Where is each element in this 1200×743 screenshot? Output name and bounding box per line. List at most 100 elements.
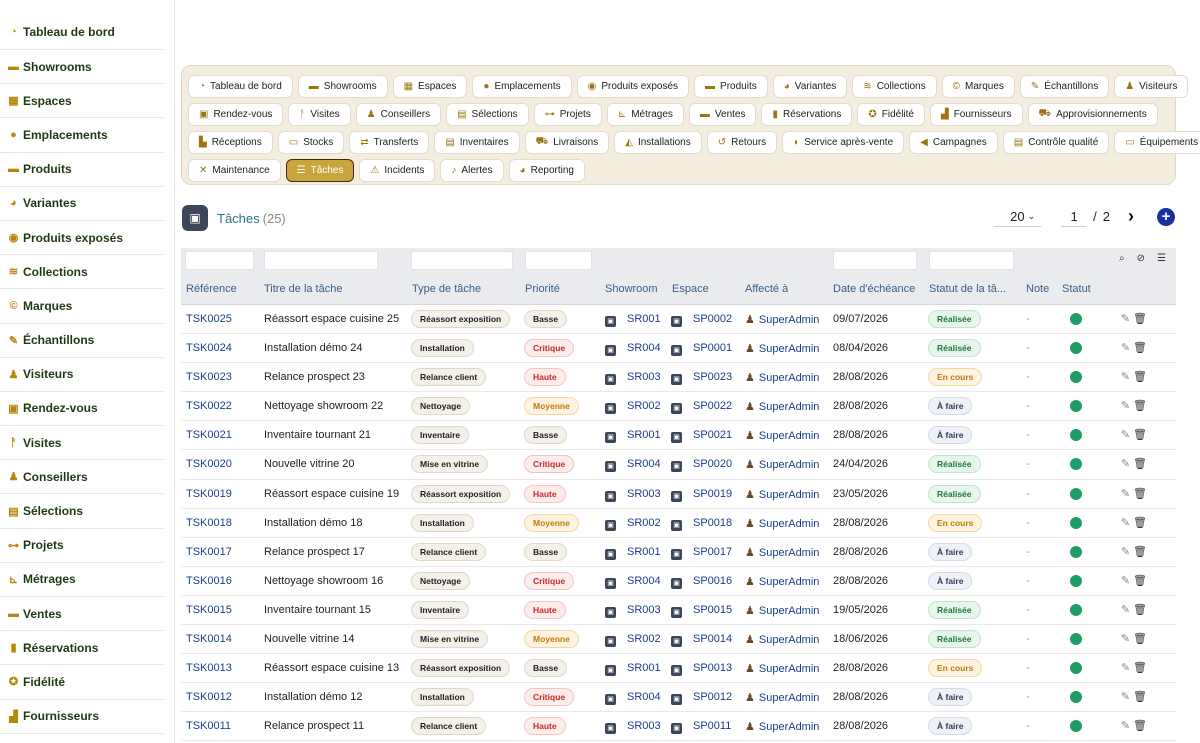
trash-icon[interactable]: 🗑 <box>1133 342 1147 354</box>
showroom-link[interactable]: SR004 <box>627 342 661 354</box>
trash-icon[interactable]: 🗑 <box>1133 633 1147 645</box>
pencil-icon[interactable]: ✎ <box>1121 400 1130 412</box>
showroom-link[interactable]: SR004 <box>627 575 661 587</box>
module-button-1-3[interactable]: ▤ Sélections <box>446 102 529 126</box>
search-icon[interactable]: ⌕ <box>1119 253 1125 264</box>
module-button-2-9[interactable]: ▤ Contrôle qualité <box>1002 130 1110 154</box>
module-button-2-5[interactable]: ◭ Installations <box>614 130 702 154</box>
table-row[interactable]: TSK0020 Nouvelle vitrine 20 Mise en vitrin… <box>181 450 1176 480</box>
module-button-0-2[interactable]: ▦ Espaces <box>392 74 468 98</box>
showroom-link[interactable]: SR003 <box>627 371 661 383</box>
add-task-button[interactable]: + <box>1157 207 1175 226</box>
sidebar-item-15[interactable]: ⊶ Projets <box>0 529 164 563</box>
trash-icon[interactable]: 🗑 <box>1133 429 1147 441</box>
trash-icon[interactable]: 🗑 <box>1133 488 1147 500</box>
assignee-link[interactable]: SuperAdmin <box>759 459 820 471</box>
sidebar-item-0[interactable]: ◔ Tableau de bord <box>0 0 164 50</box>
table-row[interactable]: TSK0021 Inventaire tournant 21 Inventaire B… <box>181 421 1176 451</box>
table-row[interactable]: TSK0017 Relance prospect 17 Relance client… <box>181 538 1176 567</box>
module-button-2-6[interactable]: ↺ Retours <box>706 130 778 154</box>
task-reference-link[interactable]: TSK0012 <box>186 691 232 703</box>
sidebar-item-10[interactable]: ♟ Visiteurs <box>0 358 164 392</box>
next-page-button[interactable]: › <box>1128 206 1134 227</box>
per-page-select[interactable]: 20 ⌄ <box>993 207 1042 227</box>
space-link[interactable]: SP0015 <box>693 604 732 616</box>
showroom-link[interactable]: SR004 <box>627 458 661 470</box>
module-button-0-9[interactable]: ✎ Échantillons <box>1019 74 1110 98</box>
module-button-0-10[interactable]: ♟ Visiteurs <box>1114 74 1189 98</box>
table-row[interactable]: TSK0012 Installation démo 12 Installation C… <box>181 683 1176 713</box>
module-button-0-0[interactable]: ◔ Tableau de bord <box>188 74 293 98</box>
table-row[interactable]: TSK0013 Réassort espace cuisine 13 Réassor… <box>181 654 1176 684</box>
column-filter-input[interactable] <box>264 251 378 270</box>
showroom-link[interactable]: SR001 <box>627 429 661 441</box>
column-header[interactable]: Type de tâche <box>412 283 481 295</box>
table-row[interactable]: TSK0015 Inventaire tournant 15 Inventaire H… <box>181 596 1176 626</box>
assignee-link[interactable]: SuperAdmin <box>759 314 820 326</box>
assignee-link[interactable]: SuperAdmin <box>759 692 820 704</box>
task-reference-link[interactable]: TSK0016 <box>186 575 232 587</box>
module-button-2-4[interactable]: ⛟ Livraisons <box>524 130 610 154</box>
module-button-2-1[interactable]: ▭ Stocks <box>277 130 345 154</box>
task-reference-link[interactable]: TSK0023 <box>186 371 232 383</box>
space-link[interactable]: SP0019 <box>693 488 732 500</box>
column-header[interactable]: Priorité <box>525 283 560 295</box>
column-header[interactable]: Affecté à <box>745 283 788 295</box>
sidebar-item-9[interactable]: ✎ Échantillons <box>0 324 164 358</box>
space-link[interactable]: SP0016 <box>693 575 732 587</box>
table-row[interactable]: TSK0023 Relance prospect 23 Relance client… <box>181 363 1176 393</box>
trash-icon[interactable]: 🗑 <box>1133 546 1147 558</box>
space-link[interactable]: SP0001 <box>693 342 732 354</box>
assignee-link[interactable]: SuperAdmin <box>759 518 820 530</box>
module-button-0-8[interactable]: © Marques <box>941 74 1015 98</box>
module-button-0-4[interactable]: ◉ Produits exposés <box>576 74 690 98</box>
sidebar-item-13[interactable]: ♟ Conseillers <box>0 460 164 495</box>
module-button-1-10[interactable]: ⛟ Approvisionnements <box>1027 102 1158 126</box>
pencil-icon[interactable]: ✎ <box>1121 342 1130 354</box>
space-link[interactable]: SP0023 <box>693 371 732 383</box>
module-button-1-8[interactable]: ✪ Fidélité <box>857 102 925 126</box>
module-button-2-7[interactable]: ◗ Service après-vente <box>782 130 905 154</box>
pencil-icon[interactable]: ✎ <box>1121 429 1130 441</box>
module-button-0-5[interactable]: ▬ Produits <box>694 74 768 98</box>
module-button-3-0[interactable]: ✕ Maintenance <box>188 159 281 183</box>
pencil-icon[interactable]: ✎ <box>1121 662 1130 674</box>
module-button-1-4[interactable]: ⊶ Projets <box>533 102 602 126</box>
module-button-0-7[interactable]: ≋ Collections <box>852 74 937 98</box>
sidebar-item-3[interactable]: ● Emplacements <box>0 118 164 153</box>
column-filter-input[interactable] <box>525 251 592 270</box>
space-link[interactable]: SP0002 <box>693 313 732 325</box>
sidebar-item-6[interactable]: ◉ Produits exposés <box>0 221 164 256</box>
table-row[interactable]: TSK0024 Installation démo 24 Installation C… <box>181 334 1176 364</box>
task-reference-link[interactable]: TSK0022 <box>186 400 232 412</box>
pencil-icon[interactable]: ✎ <box>1121 604 1130 616</box>
pencil-icon[interactable]: ✎ <box>1121 546 1130 558</box>
sidebar-item-5[interactable]: ◕ Variantes <box>0 187 164 221</box>
column-header[interactable]: Date d'échéance <box>833 283 915 295</box>
assignee-link[interactable]: SuperAdmin <box>759 605 820 617</box>
showroom-link[interactable]: SR004 <box>627 691 661 703</box>
column-filter-input[interactable] <box>185 251 254 270</box>
column-list-icon[interactable]: ☰ <box>1157 253 1166 264</box>
task-reference-link[interactable]: TSK0024 <box>186 342 232 354</box>
module-button-3-4[interactable]: ◕ Reporting <box>508 159 585 183</box>
module-button-0-3[interactable]: ● Emplacements <box>472 74 572 98</box>
assignee-link[interactable]: SuperAdmin <box>759 372 820 384</box>
assignee-link[interactable]: SuperAdmin <box>759 634 820 646</box>
showroom-link[interactable]: SR001 <box>627 313 661 325</box>
trash-icon[interactable]: 🗑 <box>1133 691 1147 703</box>
task-reference-link[interactable]: TSK0014 <box>186 633 232 645</box>
sidebar-item-14[interactable]: ▤ Sélections <box>0 494 164 529</box>
module-button-1-7[interactable]: ▮ Réservations <box>761 102 853 126</box>
pencil-icon[interactable]: ✎ <box>1121 575 1130 587</box>
table-row[interactable]: TSK0025 Réassort espace cuisine 25 Réassor… <box>181 305 1176 335</box>
task-reference-link[interactable]: TSK0021 <box>186 429 232 441</box>
showroom-link[interactable]: SR003 <box>627 604 661 616</box>
showroom-link[interactable]: SR002 <box>627 633 661 645</box>
showroom-link[interactable]: SR002 <box>627 400 661 412</box>
space-link[interactable]: SP0021 <box>693 429 732 441</box>
table-row[interactable]: TSK0022 Nettoyage showroom 22 Nettoyage Moy… <box>181 392 1176 422</box>
assignee-link[interactable]: SuperAdmin <box>759 576 820 588</box>
task-reference-link[interactable]: TSK0013 <box>186 662 232 674</box>
table-row[interactable]: TSK0016 Nettoyage showroom 16 Nettoyage Cri… <box>181 567 1176 596</box>
